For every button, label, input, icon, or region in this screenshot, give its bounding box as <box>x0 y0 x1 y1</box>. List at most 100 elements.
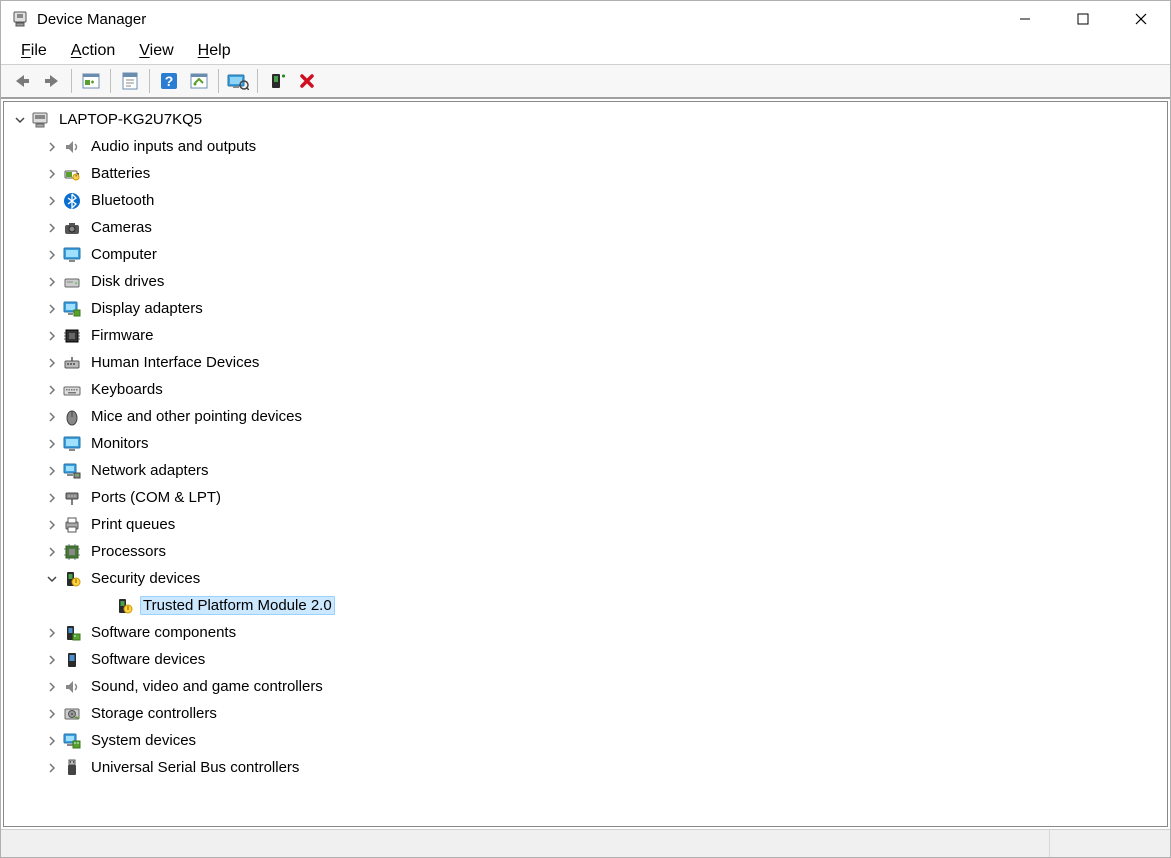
tree-category[interactable]: Print queues <box>4 511 1167 538</box>
tree-category[interactable]: Keyboards <box>4 376 1167 403</box>
tree-category-label: Monitors <box>88 434 152 453</box>
tree-category[interactable]: Cameras <box>4 214 1167 241</box>
menu-view[interactable]: View <box>129 40 183 62</box>
scan-hardware-button[interactable] <box>223 67 253 95</box>
device-tree[interactable]: LAPTOP-KG2U7KQ5 Audio inputs and outputs B… <box>3 101 1168 827</box>
tree-category[interactable]: Software devices <box>4 646 1167 673</box>
tree-category[interactable]: System devices <box>4 727 1167 754</box>
chevron-right-icon[interactable] <box>44 490 60 506</box>
tree-category[interactable]: Mice and other pointing devices <box>4 403 1167 430</box>
tree-category[interactable]: Computer <box>4 241 1167 268</box>
network-icon <box>62 461 82 481</box>
security-icon <box>62 569 82 589</box>
window-title: Device Manager <box>37 11 996 28</box>
menu-action[interactable]: Action <box>61 40 125 62</box>
tree-category[interactable]: Display adapters <box>4 295 1167 322</box>
tree-category[interactable]: Firmware <box>4 322 1167 349</box>
chevron-right-icon[interactable] <box>44 706 60 722</box>
chevron-right-icon[interactable] <box>44 301 60 317</box>
chevron-right-icon[interactable] <box>44 139 60 155</box>
chevron-right-icon[interactable] <box>44 274 60 290</box>
tree-category-label: Cameras <box>88 218 155 237</box>
maximize-button[interactable] <box>1054 1 1112 37</box>
tree-category-label: Audio inputs and outputs <box>88 137 259 156</box>
tree-category-label: Sound, video and game controllers <box>88 677 326 696</box>
properties-button[interactable] <box>115 67 145 95</box>
tree-category[interactable]: Human Interface Devices <box>4 349 1167 376</box>
tree-category[interactable]: Security devices <box>4 565 1167 592</box>
menu-help[interactable]: Help <box>188 40 241 62</box>
tree-category[interactable]: Batteries <box>4 160 1167 187</box>
chevron-right-icon[interactable] <box>44 733 60 749</box>
system-icon <box>62 731 82 751</box>
tree-category-label: Universal Serial Bus controllers <box>88 758 302 777</box>
toolbar: ? <box>1 65 1170 99</box>
chevron-right-icon[interactable] <box>44 220 60 236</box>
tree-category[interactable]: Network adapters <box>4 457 1167 484</box>
tree-category-label: Storage controllers <box>88 704 220 723</box>
chevron-right-icon[interactable] <box>44 355 60 371</box>
tree-category[interactable]: Disk drives <box>4 268 1167 295</box>
help-button[interactable]: ? <box>154 67 184 95</box>
tree-category-label: Computer <box>88 245 160 264</box>
chevron-right-icon[interactable] <box>44 652 60 668</box>
tree-category[interactable]: Ports (COM & LPT) <box>4 484 1167 511</box>
chevron-right-icon[interactable] <box>44 760 60 776</box>
tree-category[interactable]: Software components <box>4 619 1167 646</box>
tree-category-label: Human Interface Devices <box>88 353 262 372</box>
chevron-right-icon[interactable] <box>44 166 60 182</box>
tree-category-label: Security devices <box>88 569 203 588</box>
tree-category[interactable]: Universal Serial Bus controllers <box>4 754 1167 781</box>
update-driver-button[interactable] <box>184 67 214 95</box>
tree-category-label: Software devices <box>88 650 208 669</box>
chevron-right-icon[interactable] <box>44 409 60 425</box>
uninstall-button[interactable] <box>292 67 322 95</box>
forward-button[interactable] <box>37 67 67 95</box>
tree-category[interactable]: Audio inputs and outputs <box>4 133 1167 160</box>
chevron-right-icon[interactable] <box>44 625 60 641</box>
chevron-right-icon[interactable] <box>44 436 60 452</box>
display-adapter-icon <box>62 299 82 319</box>
chevron-right-icon[interactable] <box>44 517 60 533</box>
tree-category-label: Disk drives <box>88 272 167 291</box>
chevron-right-icon[interactable] <box>44 382 60 398</box>
tree-root-label: LAPTOP-KG2U7KQ5 <box>56 110 205 129</box>
tree-category[interactable]: Processors <box>4 538 1167 565</box>
tree-root[interactable]: LAPTOP-KG2U7KQ5 <box>4 106 1167 133</box>
status-cell <box>1050 830 1170 857</box>
menubar: File Action View Help <box>1 37 1170 65</box>
chevron-right-icon[interactable] <box>44 544 60 560</box>
tree-category[interactable]: Sound, video and game controllers <box>4 673 1167 700</box>
chevron-right-icon[interactable] <box>44 247 60 263</box>
monitor-icon <box>62 434 82 454</box>
close-button[interactable] <box>1112 1 1170 37</box>
tree-category[interactable]: Storage controllers <box>4 700 1167 727</box>
chevron-right-icon[interactable] <box>44 193 60 209</box>
tree-device-label: Trusted Platform Module 2.0 <box>140 596 335 615</box>
mouse-icon <box>62 407 82 427</box>
add-hardware-button[interactable] <box>262 67 292 95</box>
chevron-right-icon[interactable] <box>44 679 60 695</box>
chevron-right-icon[interactable] <box>44 463 60 479</box>
minimize-button[interactable] <box>996 1 1054 37</box>
tree-category-label: Mice and other pointing devices <box>88 407 305 426</box>
toolbar-separator <box>257 69 258 93</box>
tree-category[interactable]: Monitors <box>4 430 1167 457</box>
disk-icon <box>62 272 82 292</box>
software-device-icon <box>62 650 82 670</box>
toolbar-separator <box>218 69 219 93</box>
menu-file[interactable]: File <box>11 40 57 62</box>
show-hide-tree-button[interactable] <box>76 67 106 95</box>
chip-icon <box>62 326 82 346</box>
back-button[interactable] <box>7 67 37 95</box>
keyboard-icon <box>62 380 82 400</box>
storage-icon <box>62 704 82 724</box>
chevron-down-icon[interactable] <box>44 571 60 587</box>
security-icon <box>114 596 134 616</box>
audio-icon <box>62 137 82 157</box>
chevron-right-icon[interactable] <box>44 328 60 344</box>
tree-device[interactable]: Trusted Platform Module 2.0 <box>4 592 1167 619</box>
tree-category-label: Keyboards <box>88 380 166 399</box>
chevron-down-icon[interactable] <box>12 112 28 128</box>
tree-category[interactable]: Bluetooth <box>4 187 1167 214</box>
